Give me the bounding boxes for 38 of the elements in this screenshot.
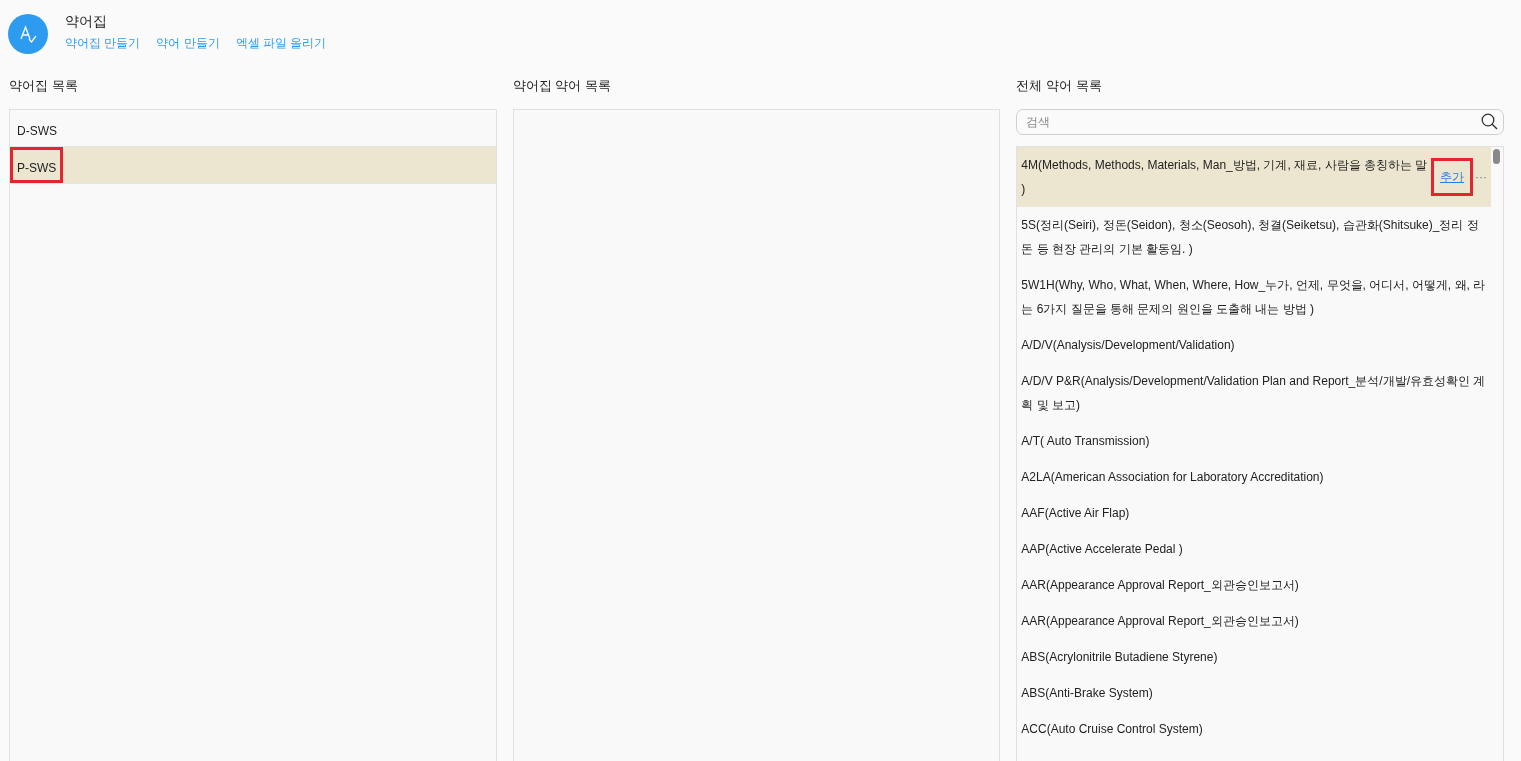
glossary-item[interactable]: P-SWS xyxy=(10,147,496,184)
term-text: A/D/V(Analysis/Development/Validation) xyxy=(1021,337,1236,354)
term-text: 5S(정리(Seiri), 정돈(Seidon), 청소(Seosoh), 청결(Seiketsu), 습관화(Shitsuke)_정리 정돈 등 현장 관리의 기본 활동임. ) xyxy=(1021,217,1480,258)
term-row[interactable]: A2LA(American Association for Laboratory Accreditation) xyxy=(1017,459,1491,495)
term-text: ABS(Anti-Brake System) xyxy=(1021,685,1154,702)
term-row[interactable]: AAP(Active Accelerate Pedal ) xyxy=(1017,531,1491,567)
term-row[interactable]: AAR(Appearance Approval Report_외관승인보고서) xyxy=(1017,567,1491,603)
search-field[interactable]: 검색 xyxy=(1016,109,1504,135)
term-row[interactable]: A/D/V P&R(Analysis/Development/Validation Plan and Report_분석/개발/유효성확인 계획 및 보고) xyxy=(1017,363,1491,423)
term-text: A/D/V P&R(Analysis/Development/Validation Plan and Report_분석/개발/유효성확인 계획 및 보고) xyxy=(1021,373,1487,414)
term-text: 4M(Methods, Methods, Materials, Man_방법, 기계, 재료, 사람을 총칭하는 말 ) xyxy=(1021,157,1429,198)
term-row[interactable]: 5W1H(Why, Who, What, When, Where, How_누가, 언제, 무엇을, 어디서, 어떻게, 왜, 라는 6가지 질문을 통해 문제의 원인을 도출해 내는 방법 ) xyxy=(1017,267,1491,327)
term-text: AAR(Appearance Approval Report_외관승인보고서) xyxy=(1021,577,1300,594)
term-row[interactable]: A/T( Auto Transmission) xyxy=(1017,423,1491,459)
app-title: 약어집 xyxy=(65,13,108,31)
term-row[interactable]: ABS(Acrylonitrile Butadiene Styrene) xyxy=(1017,639,1491,675)
term-text: A2LA(American Association for Laboratory Accreditation) xyxy=(1021,469,1325,486)
term-text: AAR(Appearance Approval Report_외관승인보고서) xyxy=(1021,613,1300,630)
term-text: AAF(Active Air Flap) xyxy=(1021,505,1131,522)
search-icon xyxy=(1481,113,1498,130)
term-text: 5W1H(Why, Who, What, When, Where, How_누가, 언제, 무엇을, 어디서, 어떻게, 왜, 라는 6가지 질문을 통해 문제의 원인을 도출해 내는 방법 ) xyxy=(1021,277,1487,318)
more-button[interactable]: ··· xyxy=(1475,165,1487,189)
scrollbar-thumb[interactable] xyxy=(1493,149,1500,164)
term-text: ABS(Acrylonitrile Butadiene Styrene) xyxy=(1021,649,1219,666)
term-row[interactable]: A/D/V(Analysis/Development/Validation) xyxy=(1017,327,1491,363)
app-logo-icon xyxy=(8,14,48,54)
term-text: ACC(Auto Cruise Control System) xyxy=(1021,721,1204,738)
term-row[interactable]: ABS(Anti-Brake System) xyxy=(1017,675,1491,711)
column-title: 약어집 약어 목록 xyxy=(512,77,612,95)
term-row[interactable]: AAR(Appearance Approval Report_외관승인보고서) xyxy=(1017,603,1491,639)
term-row[interactable]: ACC(Auto Cruise Control System) xyxy=(1017,711,1491,747)
term-text: A/T( Auto Transmission) xyxy=(1021,433,1151,450)
column-title: 전체 약어 목록 xyxy=(1016,77,1103,95)
term-row[interactable]: 5S(정리(Seiri), 정돈(Seidon), 청소(Seosoh), 청결(Seiketsu), 습관화(Shitsuke)_정리 정돈 등 현장 관리의 기본 활동임. ) xyxy=(1017,207,1491,267)
term-row[interactable]: 4M(Methods, Methods, Materials, Man_방법, 기계, 재료, 사람을 총칭하는 말 ) 추가 ··· xyxy=(1017,147,1491,207)
term-text: AAP(Active Accelerate Pedal ) xyxy=(1021,541,1184,558)
term-row[interactable]: AAF(Active Air Flap) xyxy=(1017,495,1491,531)
column-title: 약어집 목록 xyxy=(9,77,79,95)
